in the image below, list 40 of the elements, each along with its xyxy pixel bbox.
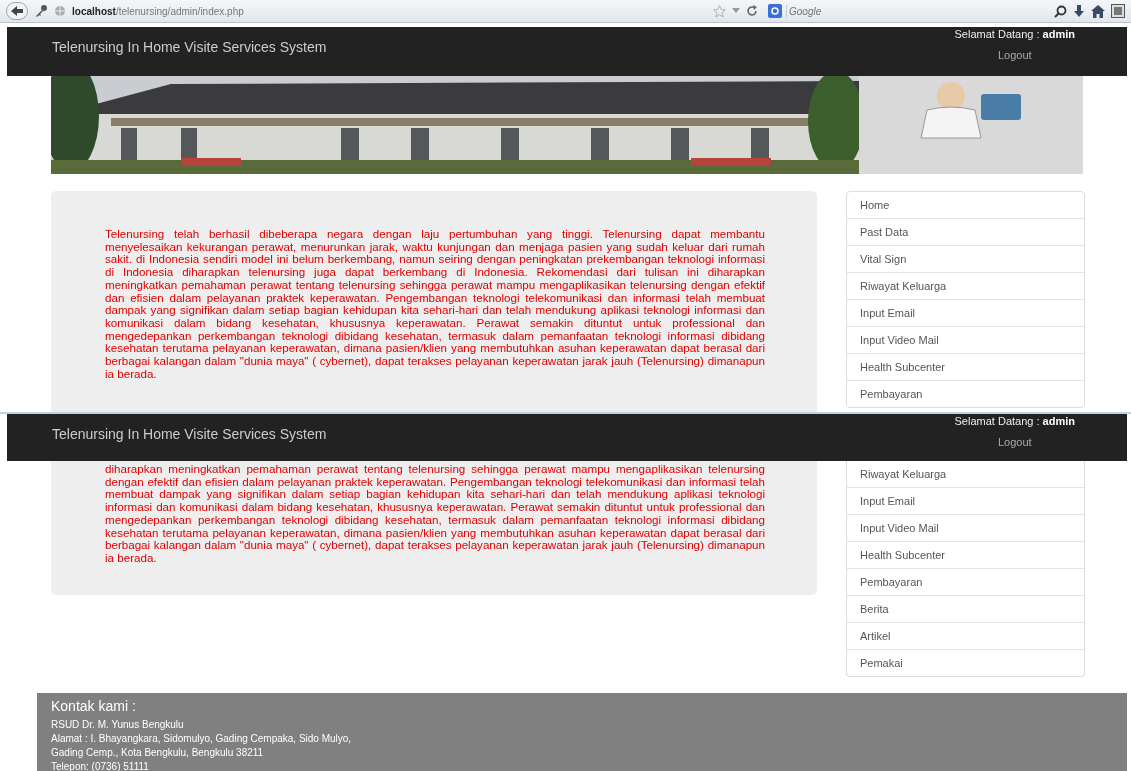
site-title[interactable]: Telenursing In Home Visite Services System — [52, 426, 327, 442]
back-button[interactable] — [6, 2, 28, 20]
menu-item[interactable]: Artikel — [847, 623, 1084, 650]
site-title[interactable]: Telenursing In Home Visite Services System — [52, 39, 327, 55]
menu-item[interactable]: Past Data — [847, 219, 1084, 246]
menu-item[interactable]: Riwayat Keluarga — [847, 273, 1084, 300]
article-paragraph: Telenursing telah berhasil dibeberapa negara dengan laju pertumbuhan yang tinggi. Telenursing dapat membantu menyelesaikan kekurangan perawat, menurunkan jarak, waktu kunjungan dan menjaga pasien yang sudah keluar dari rumah sakit. di Indonesia sendiri model ini belum berkembang, namun seiring dengan peningkatan prekembangan teknologi informasi di Indonesia diharapkan telenursing juga dapat berkembang di Indonesia. Rekomendasi dari tulisan ini diharapkan meningkatkan pemahaman perawat tentang telenursing sehingga perawat mampu mengaplikasikan telenursing dengan efektif dan efisien dalam pelayanan praktek keperawatan. Pengembangan teknologi telekomunikasi dan informasi telah membuat dampak yang signifikan dalam setiap bagian kehidupan kita sehari-hari dan telah mendukung aplikasi teknologi informasi dan komunikasi dalam bidang kesehatan, khususnya keperawatan. Perawat semakin dituntut untuk professional dan mengedepankan perkembangan teknologi dibidang kesehatan, termasuk dalam pemanfaatan teknologi informasi dibidang kesehatan terutama pelayanan keperawatan, dimana pasien/klien yang membutuhkan asuhan keperawatan dapat berasal dari berbagai kalangan dalam "dunia maya" ( cybernet), dapat terakses pelayanan keperawatan jarak jauh (Telenursing) dimanapun ia berada. — [105, 228, 765, 381]
menu-item[interactable]: Input Video Mail — [847, 515, 1084, 542]
welcome-text: Selamat Datang : admin — [954, 28, 1075, 40]
search-icon[interactable] — [1054, 4, 1067, 18]
search-field[interactable]: Google — [786, 4, 991, 18]
menu-item[interactable]: Input Video Mail — [847, 327, 1084, 354]
search-engine-icon[interactable] — [768, 4, 782, 18]
menu-item[interactable]: Health Subcenter — [847, 542, 1084, 569]
globe-icon — [54, 5, 66, 17]
footer-title: Kontak kami : — [51, 698, 137, 714]
article-paragraph: diharapkan meningkatkan pemahaman perawat tentang telenursing sehingga perawat mampu mengaplikasikan telenursing dengan efektif dan efisien dalam pelayanan praktek keperawatan. Pengembangan teknologi telekomunikasi dan informasi telah membuat dampak yang signifikan dalam setiap bagian kehidupan kita sehari-hari dan telah mendukung aplikasi teknologi informasi dan komunikasi dalam bidang kesehatan, khususnya keperawatan. Perawat semakin dituntut untuk professional dan mengedepankan perkembangan teknologi dibidang kesehatan, termasuk dalam pemanfaatan teknologi informasi dibidang kesehatan terutama pelayanan keperawatan, dimana pasien/klien yang membutuhkan asuhan keperawatan dapat berasal dari berbagai kalangan dalam "dunia maya" ( cybernet), dapat terakses pelayanan keperawatan jarak jauh (Telenursing) dimanapun ia berada. — [105, 463, 765, 565]
menu-item[interactable]: Pembayaran — [847, 569, 1084, 596]
menu-item[interactable]: Berita — [847, 596, 1084, 623]
home-icon[interactable] — [1091, 4, 1105, 18]
footer-text: Alamat : I. Bhayangkara, Sidomulyo, Gading Cempaka, Sido Mulyo, Gading Cemp., Kota Bengkulu, Bengkulu 38211 — [51, 732, 353, 760]
menu-item[interactable]: Home — [847, 192, 1084, 219]
menu-item[interactable]: Pemakai — [847, 650, 1084, 676]
menu-item[interactable]: Vital Sign — [847, 246, 1084, 273]
menu-item[interactable]: Input Email — [847, 300, 1084, 327]
menu-item[interactable]: Health Subcenter — [847, 354, 1084, 381]
back-arrow-icon[interactable] — [10, 5, 24, 17]
address-bar-url[interactable]: localhost/telenursing/admin/index.php — [72, 5, 244, 17]
menu-item[interactable]: Input Email — [847, 488, 1084, 515]
logout-link[interactable]: Logout — [997, 436, 1032, 448]
menu-item[interactable]: Riwayat Keluarga — [847, 461, 1084, 488]
menu-item[interactable]: Pembayaran — [847, 381, 1084, 407]
footer-text: RSUD Dr. M. Yunus Bengkulu — [51, 718, 185, 732]
reload-icon[interactable] — [746, 5, 758, 17]
welcome-text: Selamat Datang : admin — [954, 415, 1075, 427]
star-icon[interactable] — [713, 4, 726, 18]
logout-link[interactable]: Logout — [997, 49, 1032, 61]
download-icon[interactable] — [1073, 4, 1085, 18]
key-icon[interactable] — [34, 4, 48, 18]
window-icon[interactable] — [1111, 4, 1125, 18]
